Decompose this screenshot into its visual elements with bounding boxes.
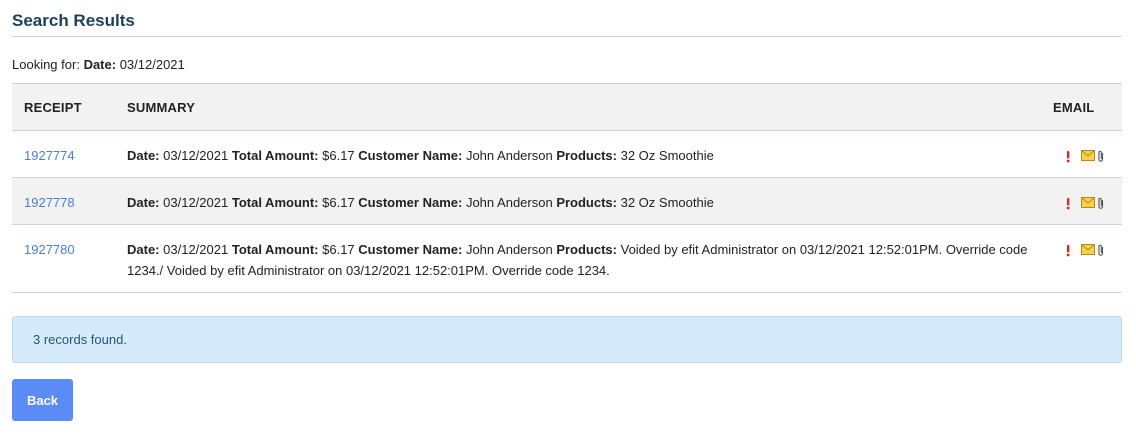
back-button[interactable]: Back — [12, 379, 73, 421]
date-label: Date: — [127, 242, 160, 257]
products-value: 32 Oz Smoothie — [620, 195, 714, 210]
total-label: Total Amount: — [231, 195, 319, 210]
criteria-prefix: Looking for: — [12, 57, 80, 72]
products-label: Products: — [556, 148, 617, 163]
receipt-link[interactable]: 1927778 — [24, 195, 75, 210]
date-label: Date: — [127, 195, 160, 210]
date-label: Date: — [127, 148, 160, 163]
row-summary: Date: 03/12/2021 Total Amount: $6.17 Cus… — [115, 224, 1041, 293]
envelope-icon[interactable] — [1081, 150, 1095, 163]
date-value: 03/12/2021 — [163, 148, 229, 163]
row-summary: Date: 03/12/2021 Total Amount: $6.17 Cus… — [115, 177, 1041, 225]
customer-label: Customer Name: — [358, 148, 463, 163]
exclamation-icon[interactable] — [1065, 197, 1078, 210]
envelope-icon[interactable] — [1081, 197, 1095, 210]
customer-value: John Anderson — [465, 195, 553, 210]
total-value: $6.17 — [322, 242, 355, 257]
date-value: 03/12/2021 — [163, 195, 229, 210]
envelope-icon[interactable] — [1081, 244, 1095, 257]
customer-value: John Anderson — [465, 242, 553, 257]
search-criteria: Looking for: Date: 03/12/2021 — [12, 56, 1122, 73]
total-value: $6.17 — [322, 195, 355, 210]
products-label: Products: — [556, 195, 617, 210]
table-row: 1927774 Date: 03/12/2021 Total Amount: $… — [12, 130, 1122, 178]
exclamation-icon[interactable] — [1065, 150, 1078, 163]
email-actions — [1053, 239, 1110, 257]
header-summary: SUMMARY — [115, 83, 1041, 131]
table-header-row: RECEIPT SUMMARY EMAIL — [12, 83, 1122, 131]
receipt-link[interactable]: 1927774 — [24, 148, 75, 163]
table-row: 1927778 Date: 03/12/2021 Total Amount: $… — [12, 177, 1122, 225]
table-row: 1927780 Date: 03/12/2021 Total Amount: $… — [12, 224, 1122, 293]
exclamation-icon[interactable] — [1065, 244, 1078, 257]
search-results-page: Search Results Looking for: Date: 03/12/… — [0, 0, 1136, 437]
row-summary: Date: 03/12/2021 Total Amount: $6.17 Cus… — [115, 130, 1041, 178]
page-title: Search Results — [12, 0, 1122, 37]
date-value: 03/12/2021 — [163, 242, 229, 257]
header-email: EMAIL — [1041, 83, 1122, 131]
products-label: Products: — [556, 242, 617, 257]
paperclip-icon[interactable] — [1097, 150, 1110, 163]
results-table: RECEIPT SUMMARY EMAIL 1927774 Date: 03/1… — [12, 83, 1122, 293]
paperclip-icon[interactable] — [1097, 197, 1110, 210]
total-label: Total Amount: — [231, 242, 319, 257]
customer-label: Customer Name: — [358, 242, 463, 257]
email-actions — [1053, 145, 1110, 163]
total-label: Total Amount: — [231, 148, 319, 163]
email-actions — [1053, 192, 1110, 210]
criteria-value: 03/12/2021 — [119, 57, 185, 72]
criteria-label: Date: — [83, 57, 117, 72]
customer-value: John Anderson — [465, 148, 553, 163]
receipt-link[interactable]: 1927780 — [24, 242, 75, 257]
records-found-alert: 3 records found. — [12, 316, 1122, 363]
header-receipt: RECEIPT — [12, 83, 115, 131]
total-value: $6.17 — [322, 148, 355, 163]
paperclip-icon[interactable] — [1097, 244, 1110, 257]
records-found-message: 3 records found. — [33, 332, 127, 347]
customer-label: Customer Name: — [358, 195, 463, 210]
products-value: 32 Oz Smoothie — [620, 148, 714, 163]
